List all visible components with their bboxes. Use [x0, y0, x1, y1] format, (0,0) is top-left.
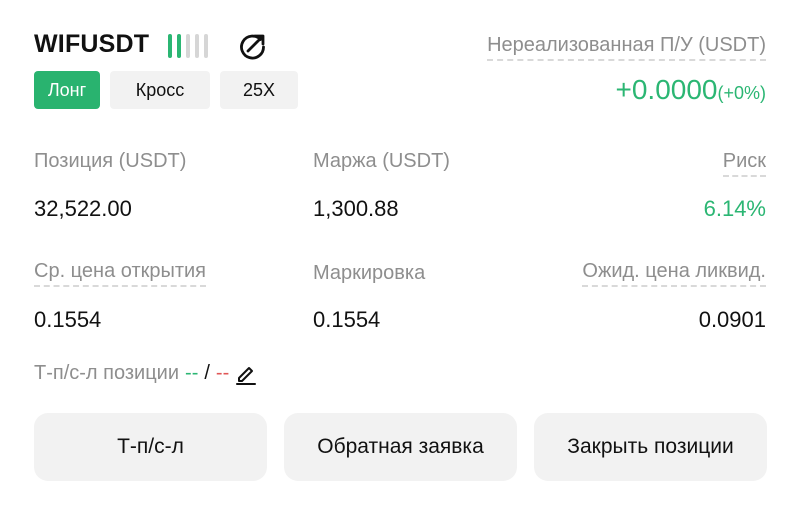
side-badge: Лонг: [34, 71, 100, 109]
share-rotate-icon[interactable]: [236, 30, 270, 62]
signal-bar: [186, 34, 190, 58]
entry-price-label[interactable]: Ср. цена открытия: [34, 260, 207, 287]
signal-strength-icon: [168, 34, 212, 58]
risk-label[interactable]: Риск: [722, 150, 766, 177]
close-positions-button[interactable]: Закрыть позиции: [534, 413, 767, 481]
signal-bar: [195, 34, 199, 58]
tp-value: --: [185, 362, 199, 384]
unrealized-pnl-label[interactable]: Нереализованная П/У (USDT): [487, 34, 766, 61]
mark-price-label: Маркировка: [313, 262, 426, 284]
liq-price-label[interactable]: Ожид. цена ликвид.: [582, 260, 766, 287]
position-label: Позиция (USDT): [34, 150, 187, 172]
entry-price-value: 0.1554: [34, 307, 102, 332]
liq-price-value: 0.0901: [698, 307, 766, 332]
margin-label: Маржа (USDT): [313, 150, 450, 172]
unrealized-pnl-value: +0.0000(+0%): [615, 74, 766, 106]
tpsl-separator: /: [204, 362, 210, 384]
position-value: 32,522.00: [34, 196, 132, 221]
reverse-order-button[interactable]: Обратная заявка: [284, 413, 517, 481]
unrealized-pnl-amount: +0.0000: [615, 74, 718, 105]
position-tpsl-row: Т-п/с-л позиции -- / --: [34, 362, 257, 385]
margin-mode-badge[interactable]: Кросс: [110, 71, 210, 109]
tpsl-button[interactable]: Т-п/с-л: [34, 413, 267, 481]
tpsl-label: Т-п/с-л позиции: [34, 362, 180, 384]
pencil-icon[interactable]: [235, 363, 257, 385]
symbol-title: WIFUSDT: [34, 30, 150, 58]
signal-bar: [177, 34, 181, 58]
mark-price-value: 0.1554: [313, 307, 381, 332]
margin-value: 1,300.88: [313, 196, 399, 221]
signal-bar: [168, 34, 172, 58]
risk-value: 6.14%: [703, 196, 766, 221]
unrealized-pnl-percent: (+0%): [717, 83, 766, 103]
signal-bar: [204, 34, 208, 58]
sl-value: --: [215, 362, 230, 384]
leverage-badge[interactable]: 25X: [220, 71, 298, 109]
